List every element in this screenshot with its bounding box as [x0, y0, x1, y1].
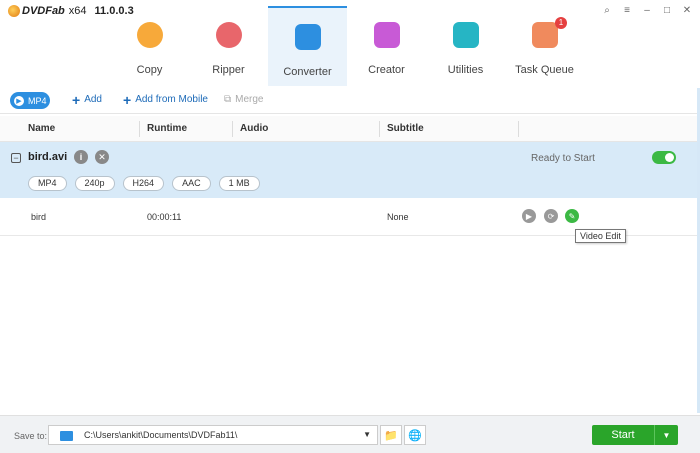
dvdfab-logo-icon	[8, 5, 20, 17]
chevron-down-icon[interactable]: ▼	[363, 430, 371, 439]
nav-label: Creator	[368, 64, 405, 76]
brand-name: DVDFab	[22, 5, 65, 17]
task-queue-icon	[532, 22, 558, 48]
nav-converter[interactable]: Converter	[268, 6, 347, 86]
creator-icon	[374, 22, 400, 48]
toggle-knob	[665, 153, 674, 162]
save-to-label: Save to:	[14, 431, 48, 441]
title-name: bird	[31, 212, 47, 222]
nav-utilities[interactable]: Utilities	[426, 6, 505, 86]
open-folder-icon: 📁	[384, 429, 398, 442]
profile-icon: ▶	[14, 95, 24, 106]
format-label: MP4	[28, 95, 47, 106]
chip-size[interactable]: 1 MB	[218, 176, 260, 191]
arch-label: x64	[68, 5, 87, 17]
col-subtitle: Subtitle	[387, 123, 424, 134]
plus-icon: +	[123, 91, 132, 108]
add-button[interactable]: + Add	[72, 91, 102, 108]
module-nav: Copy Ripper Converter Creator Utilities …	[110, 6, 584, 86]
col-name: Name	[28, 123, 56, 134]
settings-icon[interactable]: ⟳	[544, 209, 558, 223]
add-from-mobile-button[interactable]: + Add from Mobile	[123, 91, 208, 108]
info-icon[interactable]: i	[74, 150, 88, 164]
task-count-badge: 1	[555, 17, 567, 29]
chip-resolution[interactable]: 240p	[74, 176, 115, 191]
ripper-icon	[216, 22, 242, 48]
start-options-button[interactable]: ▼	[654, 425, 678, 445]
chip-audio-codec[interactable]: AAC	[172, 176, 211, 191]
folder-icon	[60, 431, 73, 441]
chip-format[interactable]: MP4	[28, 176, 67, 191]
menu-icon[interactable]: ≡	[620, 3, 634, 17]
col-runtime: Runtime	[147, 123, 187, 134]
nav-label: Task Queue	[515, 64, 574, 76]
subtitle-select[interactable]: None	[387, 212, 409, 222]
nav-copy[interactable]: Copy	[110, 6, 189, 86]
nav-label: Ripper	[212, 64, 245, 76]
enable-toggle[interactable]	[652, 151, 676, 164]
col-audio: Audio	[240, 123, 269, 134]
column-divider	[139, 121, 140, 137]
merge-label: Merge	[235, 94, 264, 105]
nav-task-queue[interactable]: 1 Task Queue	[505, 6, 584, 86]
window-controls: ⌕ ≡ – □ ✕	[600, 3, 694, 17]
column-divider	[232, 121, 233, 137]
plus-icon: +	[72, 91, 81, 108]
save-to-web-button[interactable]: 🌐	[404, 425, 426, 445]
file-name: bird.avi	[28, 151, 68, 163]
pin-icon[interactable]: ⌕	[600, 3, 614, 17]
file-status: Ready to Start	[531, 153, 595, 164]
merge-icon: ⧉	[224, 94, 232, 105]
remove-icon[interactable]: ✕	[95, 150, 109, 164]
nav-creator[interactable]: Creator	[347, 6, 426, 86]
column-divider	[518, 121, 519, 137]
video-edit-icon[interactable]: ✎	[565, 209, 579, 223]
format-profile-button[interactable]: ▶ MP4	[10, 92, 50, 109]
maximize-icon[interactable]: □	[660, 3, 674, 17]
chip-video-codec[interactable]: H264	[122, 176, 165, 191]
close-icon[interactable]: ✕	[680, 3, 694, 17]
nav-label: Copy	[136, 64, 163, 76]
output-path: C:\Users\ankit\Documents\DVDFab11\	[84, 430, 238, 440]
browse-folder-button[interactable]: 📁	[380, 425, 402, 445]
title-runtime: 00:00:11	[147, 212, 182, 222]
merge-button[interactable]: ⧉ Merge	[224, 94, 264, 105]
table-header: Name Runtime Audio Subtitle	[0, 116, 697, 142]
collapse-icon[interactable]: −	[11, 153, 21, 163]
output-path-field[interactable]: C:\Users\ankit\Documents\DVDFab11\ ▼	[48, 425, 378, 445]
toolbar: ▶ MP4 + Add + Add from Mobile ⧉ Merge	[0, 88, 700, 114]
start-button[interactable]: Start	[592, 425, 654, 445]
play-icon[interactable]: ▶	[522, 209, 536, 223]
footer: Save to: C:\Users\ankit\Documents\DVDFab…	[0, 415, 700, 453]
file-row[interactable]: − bird.avi i ✕ Ready to Start MP4 240p H…	[0, 142, 697, 198]
nav-ripper[interactable]: Ripper	[189, 6, 268, 86]
chevron-down-icon: ▼	[662, 430, 671, 440]
converter-icon	[295, 24, 321, 50]
utilities-icon	[453, 22, 479, 48]
add-mobile-label: Add from Mobile	[135, 94, 208, 105]
profile-chips: MP4 240p H264 AAC 1 MB	[28, 176, 260, 191]
column-divider	[379, 121, 380, 137]
video-edit-tooltip: Video Edit	[575, 229, 626, 243]
globe-icon: 🌐	[408, 429, 422, 442]
copy-icon	[137, 22, 163, 48]
minimize-icon[interactable]: –	[640, 3, 654, 17]
nav-label: Converter	[283, 66, 332, 78]
nav-label: Utilities	[447, 64, 484, 76]
add-label: Add	[84, 94, 102, 105]
